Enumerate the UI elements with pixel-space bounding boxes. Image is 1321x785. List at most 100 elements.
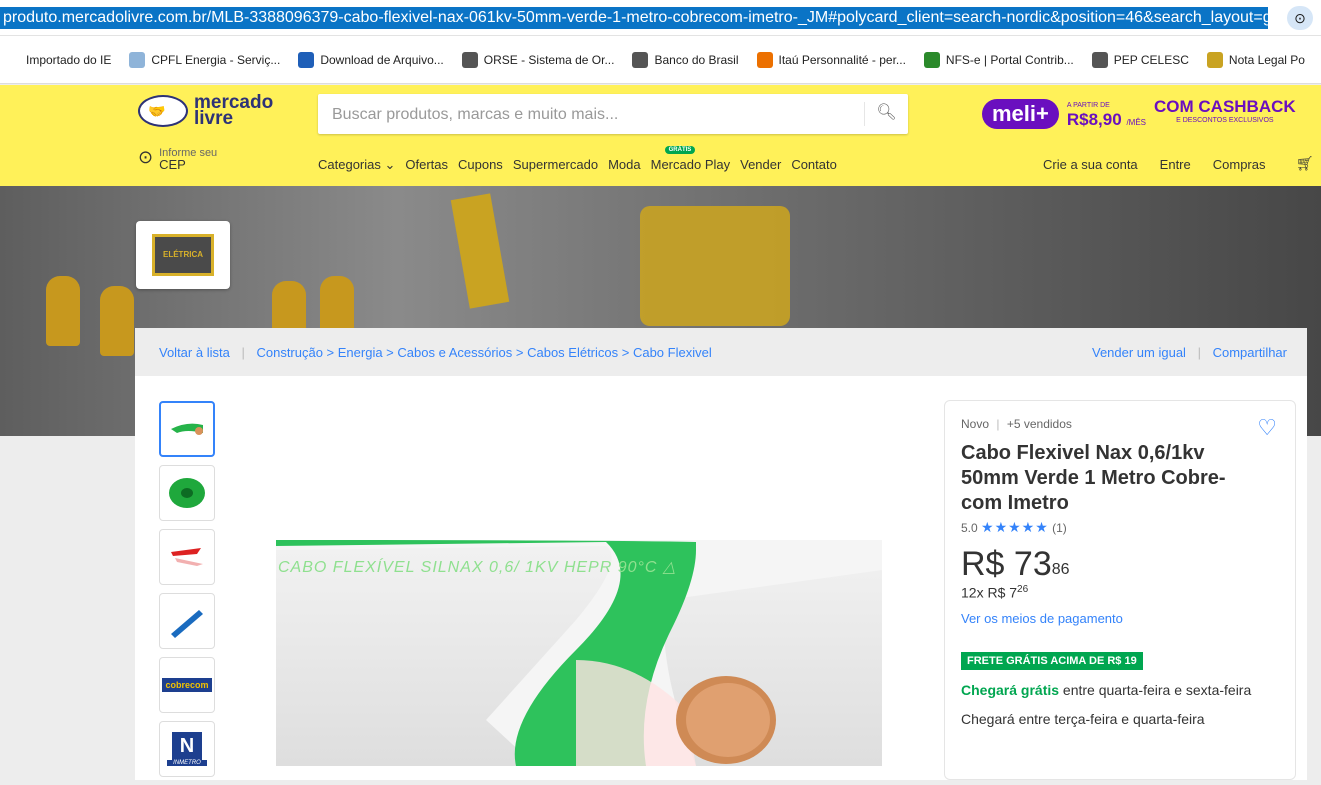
thumbnail-cable-blue[interactable]	[159, 593, 215, 649]
free-shipping-badge: FRETE GRÁTIS ACIMA DE R$ 19	[961, 651, 1143, 670]
meli-plus-badge: meli+	[982, 99, 1059, 129]
rating-value: 5.0	[961, 521, 978, 535]
bookmark-item[interactable]: Itaú Personnalité - per...	[756, 51, 906, 68]
shipping-info: Chegará entre terça-feira e quarta-feira	[961, 710, 1205, 727]
product-title: Cabo Flexivel Nax 0,6/1kv 50mm Verde 1 M…	[961, 442, 1226, 514]
product-main-image[interactable]: CABO FLEXÍVEL SILNAX 0,6/ 1KV HEPR 90°C …	[276, 540, 882, 766]
installments: 12x R$ 726	[961, 584, 1279, 601]
inmetro-text: INMETRO	[167, 760, 207, 766]
bookmark-favicon-icon	[4, 51, 20, 68]
purchases-link[interactable]: Compras	[1213, 157, 1266, 172]
bookmark-label: NFS-e | Portal Contrib...	[945, 52, 1074, 67]
handshake-icon: 🤝	[138, 95, 188, 127]
buy-panel: Novo | +5 vendidos ♡ Cabo Flexivel Nax 0…	[944, 400, 1296, 780]
nav-categorias[interactable]: Categorias ⌄	[318, 157, 395, 173]
ship-free-dates: entre quarta-feira e sexta-feira	[1059, 681, 1252, 698]
bookmark-label: Itaú Personnalité - per...	[778, 52, 906, 67]
create-account-link[interactable]: Crie a sua conta	[1043, 157, 1138, 172]
bookmark-item[interactable]: Download de Arquivo...	[298, 51, 444, 68]
bookmark-item[interactable]: Nota Legal Po	[1206, 51, 1305, 68]
search-input[interactable]: Buscar produtos, marcas e muito mais... …	[318, 94, 908, 134]
favorite-heart-icon[interactable]: ♡	[1257, 415, 1277, 441]
nav-mercado-play-label: Mercado Play	[650, 157, 731, 172]
meli-price: R$8,90	[1066, 109, 1122, 129]
sold-count: +5 vendidos	[1006, 417, 1072, 431]
worker-shape	[100, 286, 134, 356]
nav-moda[interactable]: Moda	[608, 157, 641, 173]
sell-same-link[interactable]: Vender um igual	[1092, 345, 1186, 360]
cep-selector[interactable]: ⊙ Informe seu CEP	[138, 147, 217, 171]
search-placeholder: Buscar produtos, marcas e muito mais...	[332, 106, 619, 123]
bookmark-item[interactable]: ORSE - Sistema de Or...	[461, 51, 615, 68]
bookmark-label: PEP CELESC	[1113, 52, 1189, 67]
search-icon[interactable]: 🔍︎	[864, 102, 908, 126]
bookmark-label: Nota Legal Po	[1228, 52, 1305, 67]
store-logo-text: ELÉTRICA	[152, 234, 214, 276]
bookmark-item[interactable]: CPFL Energia - Serviç...	[129, 51, 281, 68]
excavator-shape	[640, 206, 790, 326]
bookmark-label: Banco do Brasil	[654, 52, 739, 67]
ship-free-label: Chegará grátis	[961, 681, 1060, 698]
nav-cupons[interactable]: Cupons	[458, 157, 503, 173]
bookmark-favicon-icon	[1206, 51, 1223, 68]
address-bar[interactable]: produto.mercadolivre.com.br/MLB-33880963…	[0, 0, 1321, 36]
rating-row[interactable]: 5.0 ★★★★★ (1)	[961, 519, 1279, 536]
bookmark-favicon-icon	[1091, 51, 1108, 68]
payment-methods-link[interactable]: Ver os meios de pagamento	[961, 611, 1279, 626]
worker-shape	[46, 276, 80, 346]
logo-line2: livre	[194, 108, 234, 129]
bookmark-favicon-icon	[461, 51, 478, 68]
thumbnail-cable-roll[interactable]	[159, 465, 215, 521]
meli-plus-banner[interactable]: meli+ A PARTIR DE R$8,90 /MÊS COM CASHBA…	[982, 97, 1307, 131]
installment-text: 12x R$ 7	[961, 584, 1018, 601]
nav-supermercado[interactable]: Supermercado	[513, 157, 598, 173]
star-icons: ★★★★★	[981, 519, 1049, 535]
bookmark-item[interactable]: PEP CELESC	[1091, 51, 1189, 68]
bookmark-item[interactable]: Importado do IE	[4, 51, 111, 68]
bookmark-label: Download de Arquivo...	[320, 52, 444, 67]
condition-label: Novo	[961, 417, 990, 431]
nav-mercado-play[interactable]: GRÁTIS Mercado Play	[650, 146, 731, 173]
installment-cents: 26	[1017, 584, 1029, 595]
thumbnail-list: cobrecom N INMETRO	[159, 401, 215, 785]
thumbnail-cable-layers[interactable]	[159, 529, 215, 585]
bookmark-favicon-icon	[756, 51, 773, 68]
nav-ofertas[interactable]: Ofertas	[405, 157, 448, 173]
bookmark-favicon-icon	[129, 51, 146, 68]
site-header: 🤝 mercado livre Buscar produtos, marcas …	[0, 85, 1321, 186]
product-price: R$ 7386	[961, 546, 1279, 582]
review-count: (1)	[1052, 521, 1067, 535]
login-link[interactable]: Entre	[1160, 157, 1191, 172]
shipping-free-info: Chegará grátis entre quarta-feira e sext…	[961, 680, 1279, 701]
cart-icon[interactable]: 🛒︎	[1296, 155, 1314, 172]
thumbnail-inmetro-logo[interactable]: N INMETRO	[159, 721, 215, 777]
free-badge: GRÁTIS	[664, 146, 696, 154]
cable-print-text: CABO FLEXÍVEL SILNAX 0,6/ 1KV HEPR 90°C …	[278, 559, 677, 576]
price-integer: R$ 73	[961, 545, 1052, 583]
thumbnail-cobrecom-logo[interactable]: cobrecom	[159, 657, 215, 713]
store-logo[interactable]: ELÉTRICA	[136, 221, 230, 289]
bookmark-label: ORSE - Sistema de Or...	[483, 52, 615, 67]
bookmark-favicon-icon	[923, 51, 940, 68]
mercado-livre-logo[interactable]: 🤝 mercado livre	[138, 93, 273, 129]
bookmark-label: CPFL Energia - Serviç...	[151, 52, 281, 67]
cep-value: CEP	[159, 157, 186, 172]
nav-contato[interactable]: Contato	[791, 157, 837, 173]
nav-vender[interactable]: Vender	[740, 157, 781, 173]
meli-month: /MÊS	[1126, 117, 1146, 127]
breadcrumb: Voltar à lista | Construção > Energia > …	[135, 328, 1307, 376]
bookmark-item[interactable]: NFS-e | Portal Contrib...	[923, 51, 1074, 68]
category-path[interactable]: Construção > Energia > Cabos e Acessório…	[256, 345, 711, 360]
bookmark-item[interactable]: Banco do Brasil	[632, 51, 739, 68]
share-link[interactable]: Compartilhar	[1213, 345, 1287, 360]
price-cents: 86	[1051, 561, 1070, 578]
back-to-list-link[interactable]: Voltar à lista	[159, 345, 230, 360]
google-lens-icon[interactable]: ⊙	[1287, 6, 1313, 30]
bookmark-favicon-icon	[632, 51, 649, 68]
cobrecom-logo-text: cobrecom	[162, 678, 212, 692]
url-text[interactable]: produto.mercadolivre.com.br/MLB-33880963…	[0, 7, 1268, 29]
bookmark-favicon-icon	[298, 51, 315, 68]
thumbnail-cable-end[interactable]	[159, 401, 215, 457]
location-pin-icon: ⊙	[138, 147, 154, 167]
bookmarks-bar: Importado do IE CPFL Energia - Serviç... D…	[0, 36, 1321, 84]
